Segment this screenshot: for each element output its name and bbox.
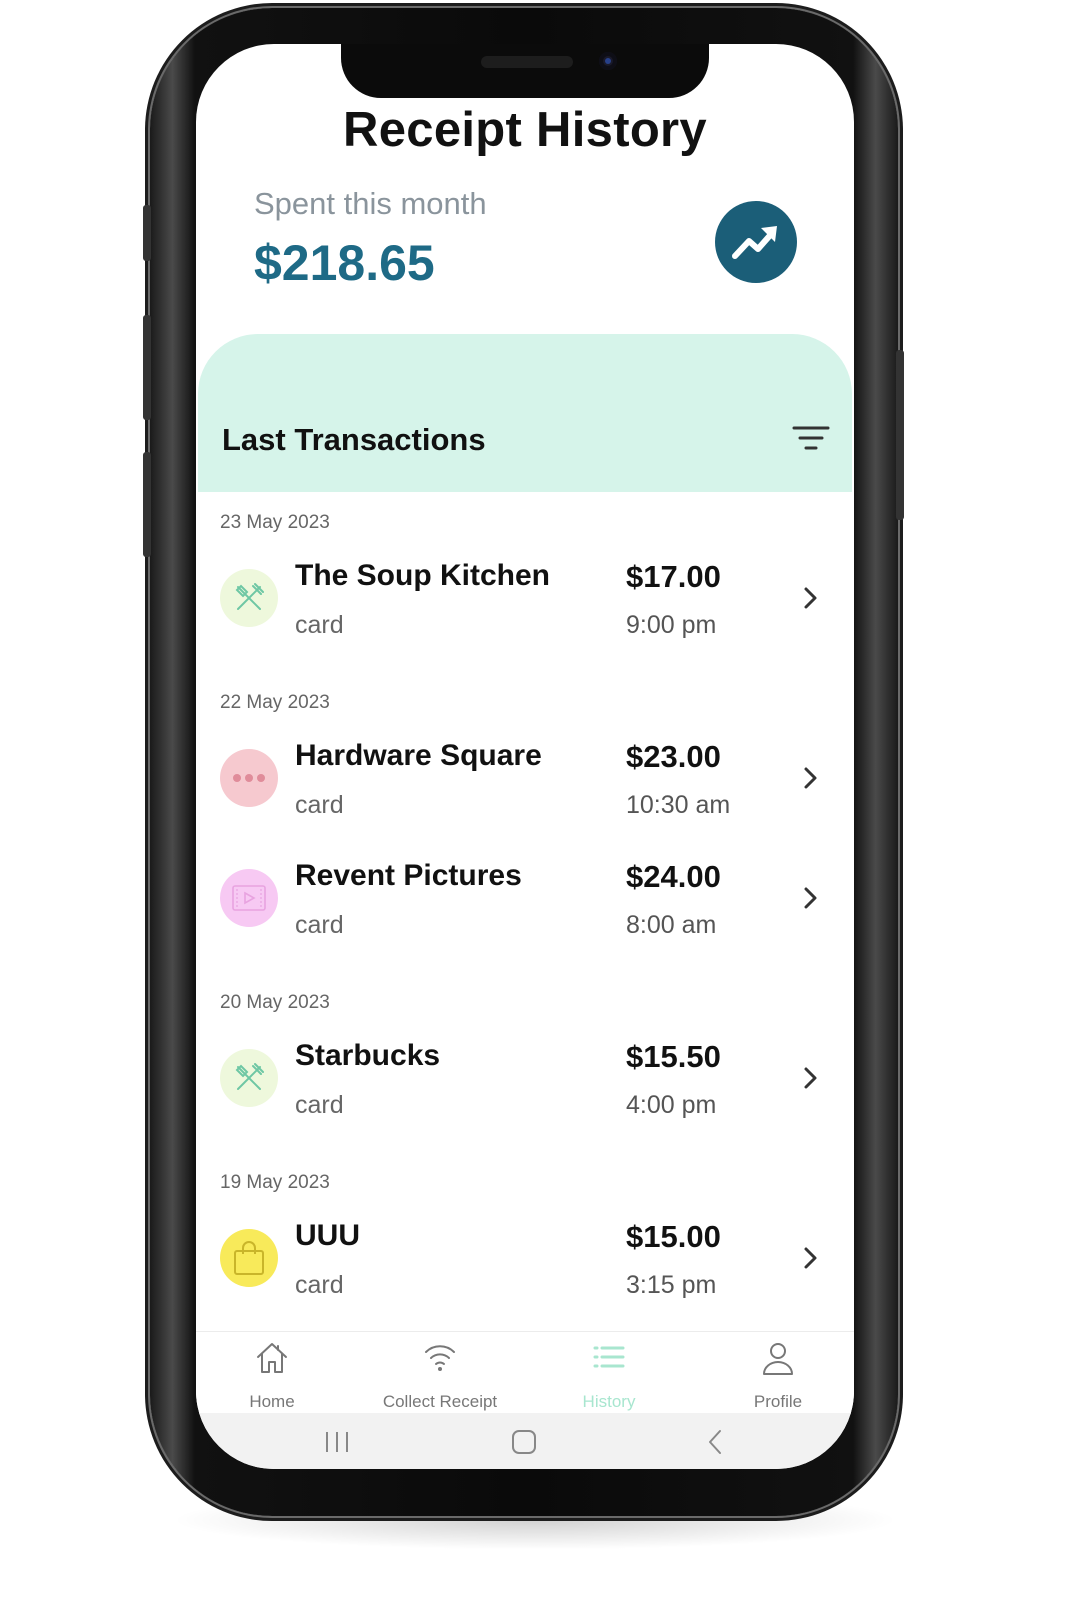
payment-method: card [295,1271,344,1299]
merchant-name: UUU [295,1219,360,1252]
power-button [896,350,904,520]
payment-method: card [295,611,344,639]
bottom-nav: Home Collect Receipt History Profile [196,1331,854,1414]
transaction-row[interactable]: UUU card $15.00 3:15 pm [196,1203,854,1313]
transaction-time: 8:00 am [626,911,717,939]
category-badge [220,1049,278,1107]
recent-apps-icon[interactable] [323,1429,351,1455]
volume-down-button [143,452,151,557]
date-heading: 19 May 2023 [220,1172,330,1193]
chevron-right-icon [804,767,817,789]
transaction-time: 10:30 am [626,791,731,819]
speaker [481,56,573,68]
filter-icon[interactable] [792,424,830,454]
payment-method: card [295,911,344,939]
category-badge [220,1229,278,1287]
volume-up-button [143,315,151,420]
trend-button[interactable] [715,201,797,283]
restaurant-icon [235,583,264,610]
restaurant-icon [235,1063,264,1090]
shopping-bag-icon [234,1241,264,1275]
transaction-amount: $15.50 [626,1039,721,1074]
chevron-right-icon [804,887,817,909]
home-button-icon[interactable] [510,1429,538,1455]
nav-home-label: Home [249,1392,295,1411]
nav-collect-receipt[interactable]: Collect Receipt [365,1332,515,1414]
transaction-time: 4:00 pm [626,1091,717,1119]
phone-screen: Receipt History Spent this month $218.65… [196,44,854,1469]
user-icon [763,1343,793,1375]
nav-home[interactable]: Home [197,1332,347,1414]
merchant-name: Revent Pictures [295,859,522,892]
transaction-time: 3:15 pm [626,1271,717,1299]
transaction-amount: $15.00 [626,1219,721,1254]
payment-method: card [295,1091,344,1119]
transaction-amount: $23.00 [626,739,721,774]
merchant-name: The Soup Kitchen [295,559,550,592]
list-icon [593,1346,625,1368]
home-icon [257,1343,287,1373]
movie-icon [232,885,266,911]
nav-collect-receipt-label: Collect Receipt [382,1392,498,1411]
transactions-title: Last Transactions [222,422,486,457]
transaction-row[interactable]: Revent Pictures card $24.00 8:00 am [196,843,854,953]
more-icon [233,774,265,782]
trending-up-icon [732,226,777,259]
page-title: Receipt History [343,103,707,157]
spent-amount: $218.65 [254,235,435,291]
category-badge [220,569,278,627]
wifi-icon [425,1345,455,1371]
transaction-row[interactable]: Starbucks card $15.50 4:00 pm [196,1023,854,1133]
merchant-name: Hardware Square [295,739,542,772]
spent-label: Spent this month [254,186,487,221]
nav-profile-label: Profile [753,1392,803,1411]
date-heading: 22 May 2023 [220,692,330,713]
notch [341,44,709,98]
date-heading: 23 May 2023 [220,512,330,533]
nav-profile[interactable]: Profile [703,1332,853,1414]
chevron-right-icon [804,1067,817,1089]
transactions-header: Last Transactions [198,334,852,492]
nav-history[interactable]: History [534,1332,684,1414]
mute-switch [143,205,151,261]
nav-history-label: History [582,1392,636,1411]
transaction-amount: $17.00 [626,559,721,594]
camera [599,52,617,70]
chevron-right-icon [804,587,817,609]
category-badge [220,869,278,927]
transaction-time: 9:00 pm [626,611,717,639]
date-heading: 20 May 2023 [220,992,330,1013]
merchant-name: Starbucks [295,1039,441,1072]
transaction-row[interactable]: Hardware Square card $23.00 10:30 am [196,723,854,833]
chevron-right-icon [804,1247,817,1269]
transaction-row[interactable]: The Soup Kitchen card $17.00 9:00 pm [196,543,854,653]
payment-method: card [295,791,344,819]
back-icon[interactable] [703,1428,727,1456]
system-nav-bar [196,1413,854,1469]
transaction-amount: $24.00 [626,859,721,894]
category-badge [220,749,278,807]
